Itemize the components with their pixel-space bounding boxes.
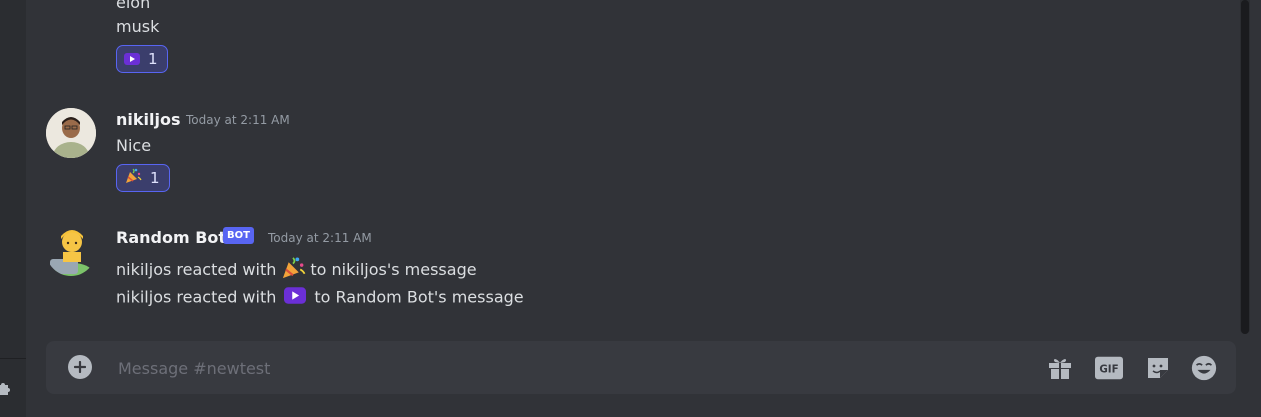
scrollbar-thumb[interactable] [1241, 0, 1249, 334]
bot-username[interactable]: Random Bot [116, 228, 226, 247]
gif-label: GIF [1099, 364, 1118, 376]
message-text: Nice [116, 136, 152, 155]
message-composer: GIF [46, 341, 1236, 394]
message-text-after: to Random Bot's message [314, 287, 524, 307]
message-timestamp: Today at 2:11 AM [268, 231, 372, 245]
bot-badge: BOT [223, 227, 254, 244]
sidebar-divider [0, 358, 26, 359]
sticker-icon[interactable] [1144, 354, 1172, 382]
emoji-icon[interactable] [1190, 354, 1218, 382]
discord-chat-window: elon musk 1 nikiljos Today at 2:11 AM Ni… [0, 0, 1261, 417]
bot-message-line: nikiljos reacted with to Random Bot's me… [116, 287, 524, 309]
reaction-count: 1 [148, 50, 158, 68]
reaction-pill[interactable]: 1 [116, 45, 168, 73]
message-text-after: to nikiljos's message [310, 260, 477, 279]
youtube-play-emoji-icon [124, 50, 140, 69]
message-timestamp: Today at 2:11 AM [186, 113, 290, 127]
bot-avatar[interactable] [46, 226, 96, 276]
party-popper-emoji-icon [279, 255, 307, 286]
message-text-before: nikiljos reacted with [116, 260, 277, 279]
username[interactable]: nikiljos [116, 110, 180, 129]
youtube-play-emoji-icon [284, 287, 307, 309]
message-line: musk [116, 17, 160, 36]
reaction-pill[interactable]: 1 [116, 164, 170, 192]
party-popper-emoji-icon [124, 167, 142, 189]
gift-icon[interactable] [1046, 354, 1074, 382]
bot-message-line: nikiljos reacted with to nikiljos's mess… [116, 255, 477, 286]
scrollbar-track[interactable] [1240, 0, 1250, 334]
message-line: elon [116, 0, 151, 12]
server-sidebar-edge [0, 0, 26, 417]
gif-icon[interactable]: GIF [1095, 354, 1123, 382]
add-attachment-icon[interactable] [68, 355, 92, 379]
reaction-count: 1 [150, 169, 160, 187]
avatar[interactable] [46, 108, 96, 158]
message-text-before: nikiljos reacted with [116, 287, 277, 307]
puzzle-icon[interactable] [0, 380, 10, 395]
message-input[interactable] [116, 353, 1020, 383]
